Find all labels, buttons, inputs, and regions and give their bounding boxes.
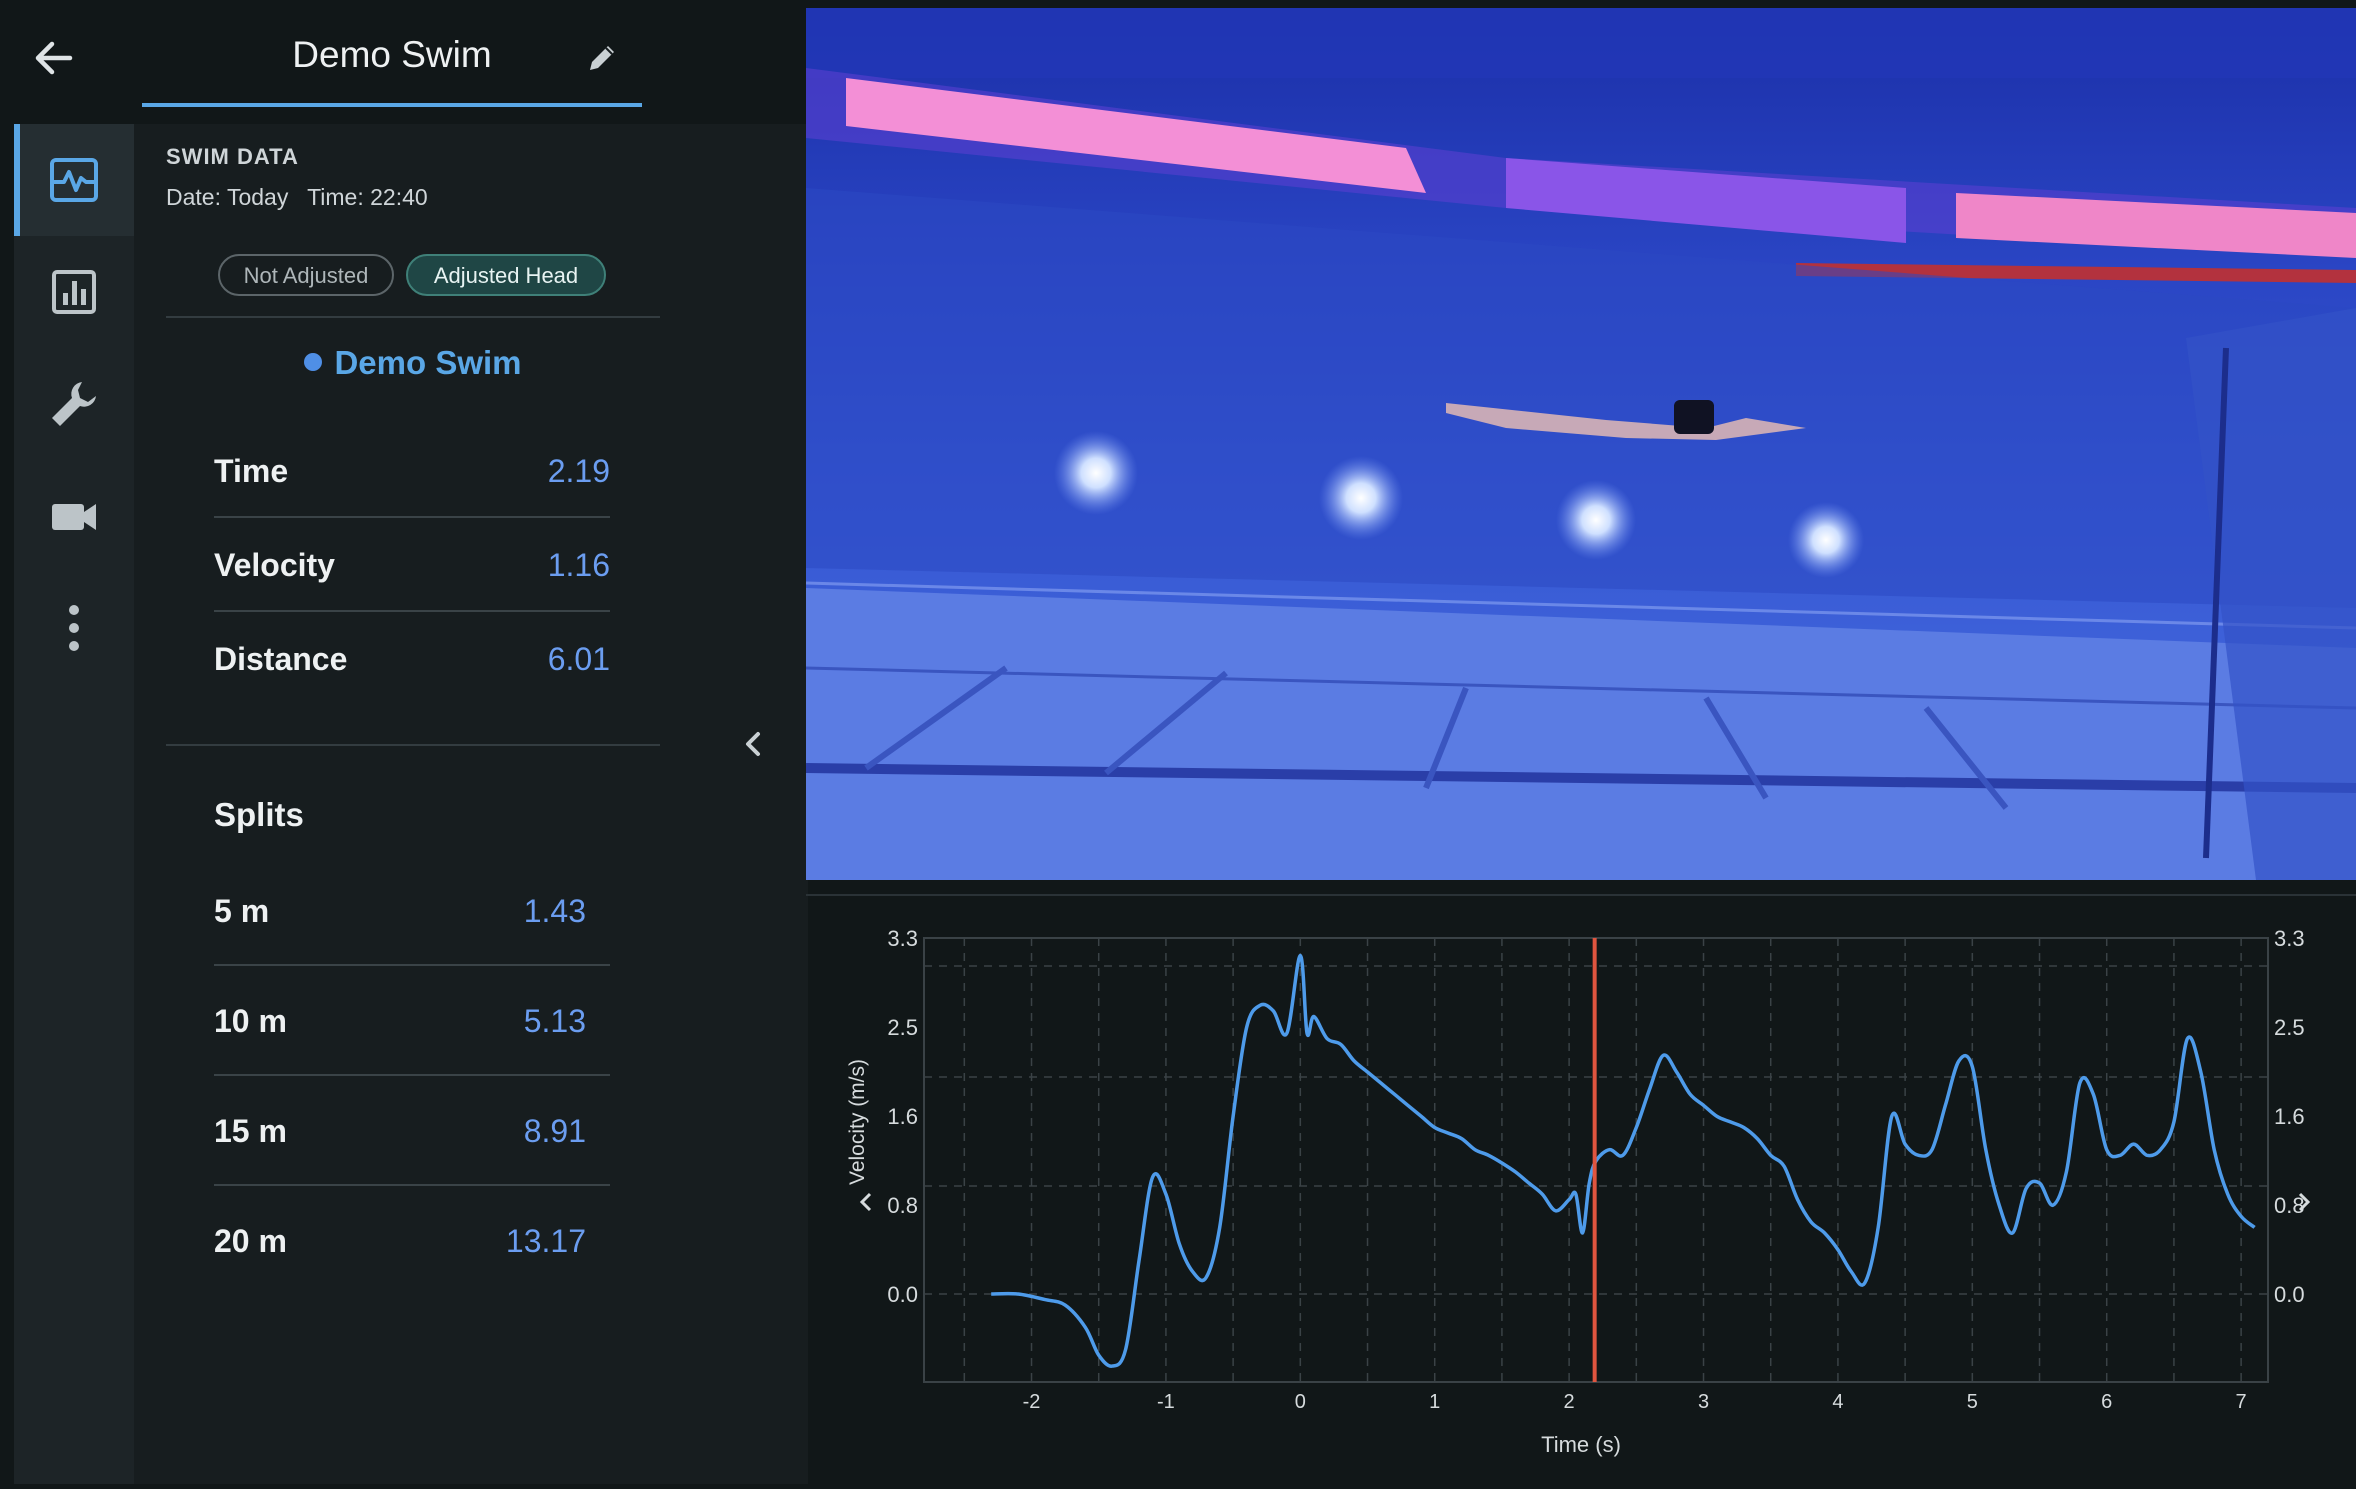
page-title: Demo Swim [292,34,492,75]
pulse-chart-icon [50,158,98,202]
metric-value: 6.01 [547,641,610,677]
chevron-left-icon [859,1192,872,1212]
split-label: 5 m [214,893,270,929]
wrench-icon [52,382,96,426]
x-tick-label: 6 [2101,1391,2112,1413]
split-row-10m: 10 m 5.13 [214,966,610,1076]
metric-row-velocity: Velocity 1.16 [214,518,610,612]
x-tick-label: 4 [1832,1391,1843,1413]
title-underline [142,103,642,107]
nav-swim-data[interactable] [14,124,134,236]
divider [166,316,660,318]
more-vertical-icon [69,605,79,651]
x-tick-label: 2 [1564,1391,1575,1413]
toggle-not-adjusted[interactable]: Not Adjusted [218,254,394,296]
nav-tools[interactable] [14,348,134,460]
arrow-left-icon [35,41,73,75]
x-tick-label: -1 [1157,1391,1175,1413]
chevron-left-icon [746,732,760,756]
split-label: 20 m [214,1223,287,1259]
collapse-panel-button[interactable] [736,726,772,762]
x-tick-label: -2 [1023,1391,1041,1413]
navigation-rail [14,124,134,1484]
video-player[interactable] [806,8,2356,880]
x-tick-label: 0 [1295,1391,1306,1413]
metric-row-time: Time 2.19 [214,424,610,518]
y-tick-label-right: 0.0 [2274,1282,2305,1307]
metric-label: Velocity [214,547,335,583]
x-tick-label: 1 [1429,1391,1440,1413]
metric-value: 2.19 [547,453,610,489]
nav-video[interactable] [14,460,134,572]
top-header: Demo Swim [0,0,808,108]
split-label: 15 m [214,1113,287,1149]
nav-more[interactable] [14,572,134,684]
split-row-5m: 5 m 1.43 [214,856,610,966]
velocity-chart[interactable]: 3.3 3.3 2.5 2.5 1.6 1.6 0.8 0.8 0.0 0.0 -2 -1 0 1 2 3 4 5… [806,900,2356,1484]
x-tick-label: 3 [1698,1391,1709,1413]
session-name: Demo Swim [334,344,522,381]
y-tick-label-right: 0.8 [2274,1193,2305,1218]
section-label: SWIM DATA [166,144,299,169]
session-title: Demo Swim [134,344,692,382]
nav-analytics[interactable] [14,236,134,348]
video-camera-icon [52,504,96,530]
bar-chart-icon [52,270,96,314]
split-value: 5.13 [523,1003,586,1039]
split-value: 8.91 [523,1113,586,1149]
split-label: 10 m [214,1003,287,1039]
split-row-20m: 20 m 13.17 [214,1186,610,1296]
pencil-icon [590,46,614,70]
divider [806,894,2356,896]
y-tick-label-left: 0.8 [887,1193,918,1218]
split-value: 13.17 [505,1223,586,1259]
splits-title: Splits [214,796,304,833]
back-button[interactable] [30,34,78,82]
y-axis-label: Velocity (m/s) [846,1059,869,1185]
metric-row-distance: Distance 6.01 [214,612,610,706]
metric-label: Distance [214,641,348,677]
pool-video-frame [806,8,2356,880]
x-axis-label: Time (s) [1541,1432,1621,1457]
y-tick-label-left: 0.0 [887,1282,918,1307]
swim-data-panel: SWIM DATA Date: Today Time: 22:40 Not Ad… [134,124,808,1484]
y-tick-label-right: 2.5 [2274,1015,2305,1040]
y-tick-label-left: 1.6 [887,1104,918,1129]
metric-label: Time [214,453,289,489]
divider [166,744,660,746]
split-value: 1.43 [523,893,586,929]
swim-date-time: Date: Today Time: 22:40 [166,184,428,210]
metric-value: 1.16 [547,547,610,583]
y-tick-label-right: 3.3 [2274,926,2305,951]
toggle-adjusted-head[interactable]: Adjusted Head [406,254,606,296]
y-tick-label-left: 3.3 [887,926,918,951]
velocity-series-line [991,953,2256,1368]
y-tick-label-left: 2.5 [887,1015,918,1040]
x-tick-label: 7 [2236,1391,2247,1413]
x-tick-label: 5 [1967,1391,1978,1413]
edit-title-button[interactable] [584,40,620,76]
series-dot-icon [304,353,323,372]
split-row-15m: 15 m 8.91 [214,1076,610,1186]
velocity-chart-svg: 3.3 3.3 2.5 2.5 1.6 1.6 0.8 0.8 0.0 0.0 -2 -1 0 1 2 3 4 5… [846,926,2311,1457]
y-tick-label-right: 1.6 [2274,1104,2305,1129]
